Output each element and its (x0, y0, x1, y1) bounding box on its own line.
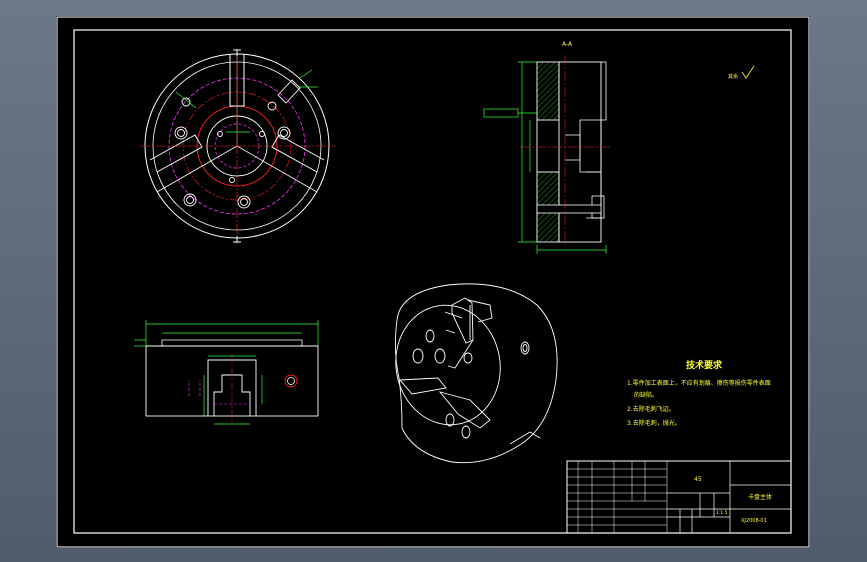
section-label: A-A (562, 41, 573, 48)
drawing-number-text: XJ2008-01 (741, 518, 767, 524)
tech-title: 技术要求 (686, 359, 723, 371)
material-text: 45 (694, 476, 702, 483)
tech-item-1: 1.零件加工表面上，不应有划痕、擦伤等损伤零件表面 (627, 379, 771, 387)
scale-text: 1:1.5 (716, 510, 728, 516)
cad-viewport[interactable]: A-A 技术要求 1.零件加工表面上，不应有划痕、擦伤等损伤零件表面 的缺陷。 … (0, 0, 867, 562)
tech-item-1b: 的缺陷。 (634, 391, 658, 399)
tech-item-2: 2.去除毛刺飞边。 (627, 405, 675, 413)
sheet-background (56, 16, 810, 548)
tech-item-3: 3.去除毛刺，抛光。 (627, 419, 681, 427)
roughness-note: 其余 (728, 73, 738, 80)
part-name-text: 卡盘主体 (748, 493, 772, 501)
drawing-sheet: A-A 技术要求 1.零件加工表面上，不应有划痕、擦伤等损伤零件表面 的缺陷。 … (56, 16, 810, 548)
